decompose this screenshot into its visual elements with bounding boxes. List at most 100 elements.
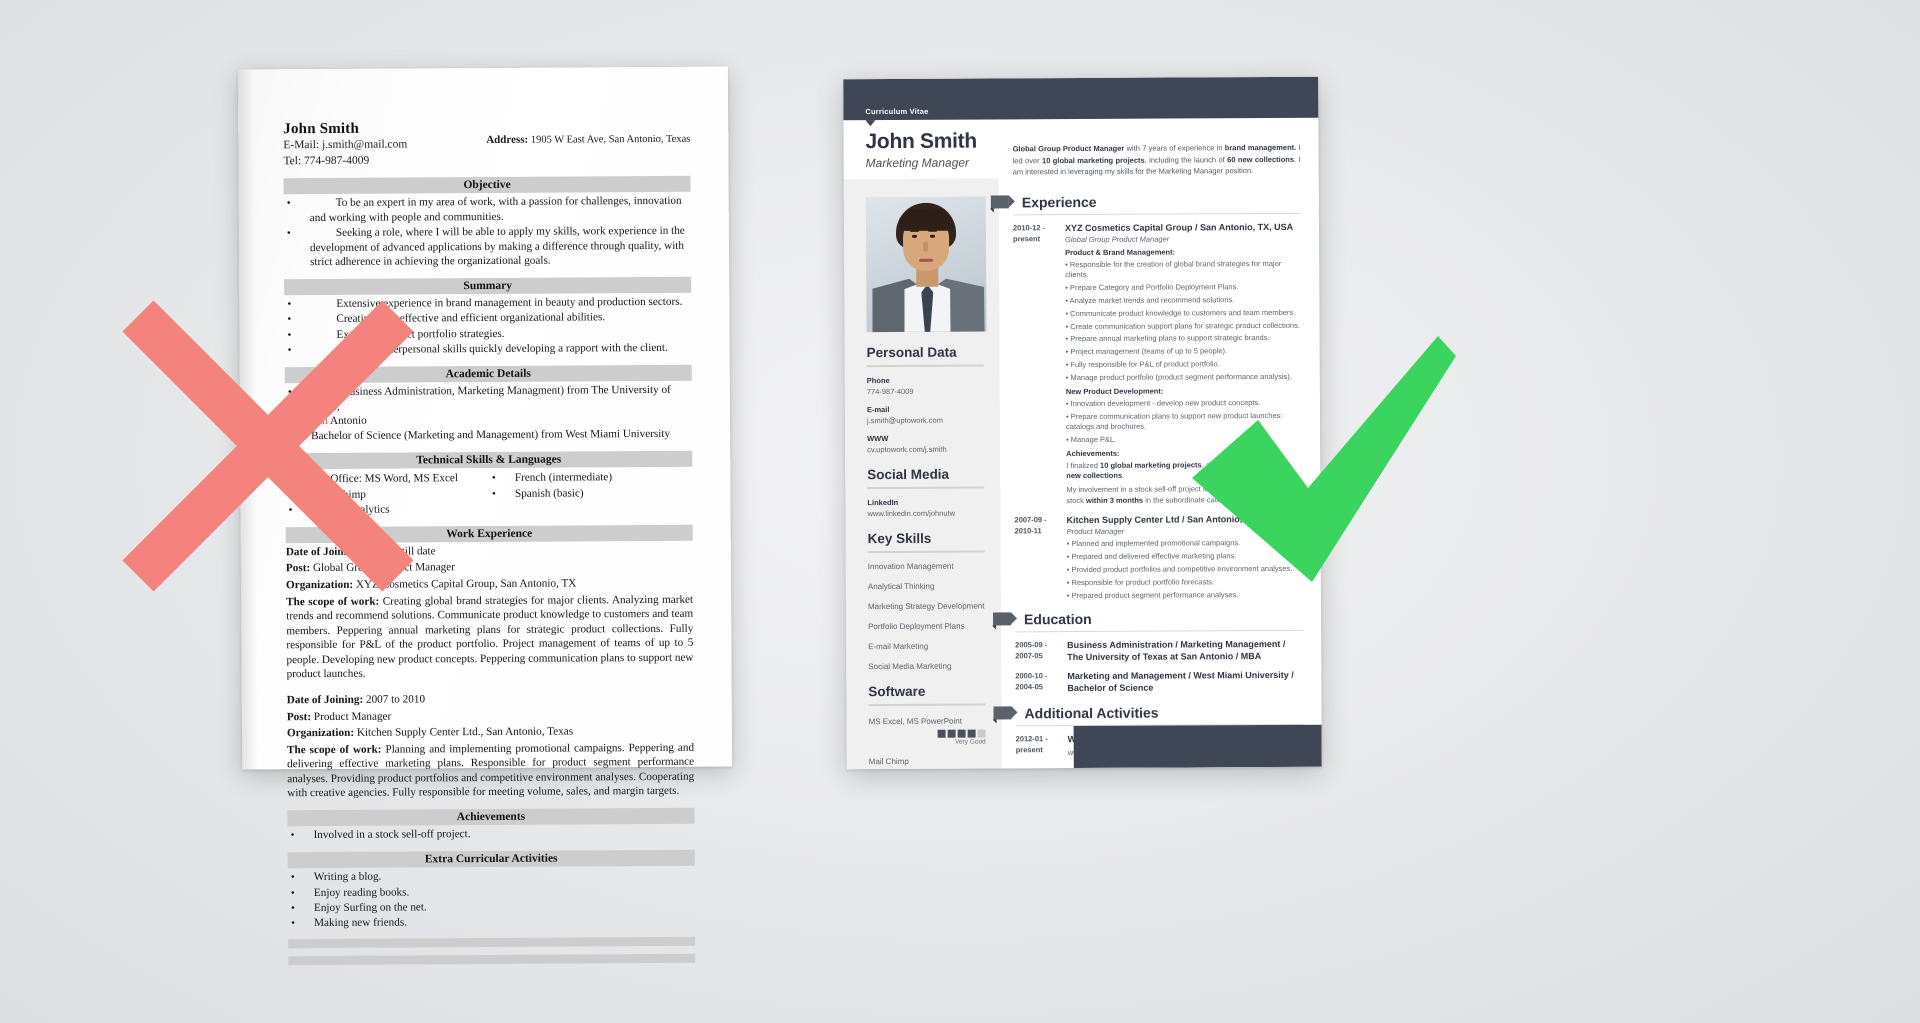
bullet-icon: • (290, 871, 295, 884)
experience-bullet: • Responsible for the creation of global… (1065, 259, 1282, 280)
bad-resume-address: Address: 1905 W East Ave, San Antonio, T… (486, 133, 690, 146)
list-item: • Making new friends. (288, 914, 695, 931)
experience-entry-title: XYZ Cosmetics Capital Group / San Antoni… (1064, 221, 1294, 233)
ach-t1: I finalized (1066, 460, 1101, 470)
cv-topbar: Curriculum Vitae (843, 76, 1319, 127)
experience-entry-date: 2007-09 - 2010-11 (1014, 515, 1047, 536)
social-field-label-linkedin: LinkedIn (867, 497, 899, 508)
extra-item-3: Enjoy Surfing on the net. (313, 901, 427, 915)
social-field-value-linkedin[interactable]: www.linkedin.com/johnutw (867, 508, 984, 518)
section-header-experience: Experience (990, 193, 1301, 211)
flag-marker-icon (990, 195, 1009, 209)
personal-field-label-phone: Phone (866, 375, 890, 386)
sidebar-heading-key-skills: Key Skills (867, 530, 932, 547)
cv-intro-t1: with 7 years of experience in (1124, 143, 1225, 153)
experience-bullet: • Analyze market trends and recommend so… (1065, 294, 1235, 305)
education-entry-title: Marketing and Management / West Miami Un… (1067, 670, 1294, 694)
green-check-mark-icon (1192, 336, 1456, 582)
cv-name: John Smith (865, 129, 977, 154)
work-job2-date-value: 2007 to 2010 (363, 693, 426, 706)
work-job2-scope: The scope of work: Planning and implemen… (287, 740, 694, 801)
flag-marker-icon (993, 706, 1012, 720)
work-job2-org-value: Kitchen Supply Center Ltd., San Antonio,… (354, 725, 574, 739)
list-item: • Enjoy reading books. (288, 883, 695, 900)
ach-t3: . (1122, 471, 1125, 481)
experience-entry-date: 2010-12 - present (1012, 223, 1046, 244)
section-bar-objective: Objective (283, 175, 691, 195)
experience-bullet: • Prepare Category and Portfolio Deploym… (1065, 282, 1239, 292)
cv-intro-t3: , including the launch of (1144, 154, 1228, 165)
additional-entry-date: 2012-01 - present (1015, 733, 1048, 754)
list-item: • Seeking a role, where I will be able t… (284, 224, 691, 270)
section-bar-achievements: Achievements (287, 807, 695, 827)
personal-field-label-www: WWW (867, 433, 889, 444)
skills-right-column: • French (intermediate) • Spanish (basic) (489, 469, 693, 517)
skill-right-1: French (intermediate) (514, 471, 613, 485)
bullet-icon: • (291, 917, 296, 930)
bullet-icon: • (290, 829, 295, 842)
key-skill-item: Innovation Management (867, 561, 954, 572)
decorative-bar (288, 953, 696, 966)
bad-resume-address-label: Address: (486, 133, 529, 146)
bullet-icon: • (286, 227, 291, 240)
experience-bullet: • Communicate product knowledge to custo… (1065, 307, 1296, 318)
bullet-icon: • (290, 902, 295, 915)
divider (1012, 212, 1301, 216)
bullet-icon: • (491, 487, 496, 500)
experience-group-heading: Product & Brand Management: (1065, 247, 1176, 258)
education-entry: 2005-09 - 2007-05 Business Administratio… (1015, 638, 1303, 664)
list-item: • Involved in a stock sell-off project. (288, 826, 695, 843)
work-job2-org: Organization: Kitchen Supply Center Ltd.… (287, 724, 694, 741)
key-skill-item: Portfolio Deployment Plans (868, 621, 965, 632)
red-cross-mark-icon (122, 300, 414, 592)
key-skill-item: Analytical Thinking (867, 581, 935, 592)
work-job1-scope: The scope of work: Creating global brand… (286, 592, 694, 682)
section-header-education: Education (992, 610, 1303, 628)
section-bar-summary: Summary (284, 276, 692, 296)
divider (866, 364, 984, 368)
rating-square-filled (937, 729, 946, 738)
divider (867, 486, 985, 490)
work-job2-post: Post: Product Manager (287, 707, 694, 724)
decorative-bar (288, 936, 696, 949)
objective-item-1: To be an expert in my area of work, with… (309, 195, 682, 224)
skill-right-2: Spanish (basic) (514, 487, 584, 500)
bad-resume-email: E-Mail: j.smith@mail.com (283, 138, 408, 152)
cv-topbar-label: Curriculum Vitae (865, 106, 929, 117)
cv-role: Marketing Manager (865, 155, 970, 171)
bullet-icon: • (286, 197, 291, 210)
ach2-b2: within 3 months (1085, 495, 1144, 506)
section-bar-extra: Extra Curricular Activities (287, 849, 695, 869)
work-job2-scope-label: The scope of work: (286, 743, 382, 756)
extra-item-4: Making new friends. (314, 916, 408, 930)
personal-field-value-www[interactable]: cv.uptowork.com/j.smith (867, 444, 984, 454)
key-skill-item: E-mail Marketing (868, 641, 929, 652)
rating-square-filled (947, 729, 956, 738)
avatar (865, 196, 987, 333)
work-job2-date: Date of Joining: 2007 to 2010 (287, 691, 694, 708)
work-job2-post-label: Post: (286, 710, 312, 723)
cv-intro-b1: Global Group Product Manager (1012, 143, 1125, 154)
bullet-icon: • (290, 886, 295, 899)
cv-intro-paragraph: Global Group Product Manager with 7 year… (1013, 142, 1301, 178)
cv-intro-b3: 10 global marketing projects (1042, 155, 1145, 165)
list-item: • Enjoy Surfing on the net. (288, 899, 695, 916)
objective-item-2: Seeking a role, where I will be able to … (309, 225, 685, 269)
bullet-icon: • (491, 472, 496, 485)
bad-resume-tel: Tel: 774-987-4009 (283, 154, 370, 167)
bad-resume-header: John Smith E-Mail: j.smith@mail.com Tel:… (283, 119, 690, 170)
extra-item-1: Writing a blog. (313, 870, 382, 884)
education-entry-date: 2005-09 - 2007-05 (1015, 639, 1048, 660)
work-job2-org-label: Organization: (286, 726, 355, 740)
cv-topbar-notch-icon (865, 120, 876, 127)
flag-marker-icon (992, 612, 1012, 626)
education-entry: 2000-10 - 2004-05 Marketing and Manageme… (1015, 669, 1303, 695)
cv-intro-b4: 60 new collections (1227, 154, 1295, 164)
extra-item-2: Enjoy reading books. (313, 886, 410, 899)
list-item: • Writing a blog. (288, 868, 695, 885)
divider (867, 550, 985, 554)
achievement-item-1: Involved in a stock sell-off project. (313, 828, 471, 842)
sidebar-heading-software: Software (868, 683, 926, 699)
key-skill-item: Marketing Strategy Development (867, 601, 985, 612)
section-title-experience: Experience (1021, 193, 1097, 211)
